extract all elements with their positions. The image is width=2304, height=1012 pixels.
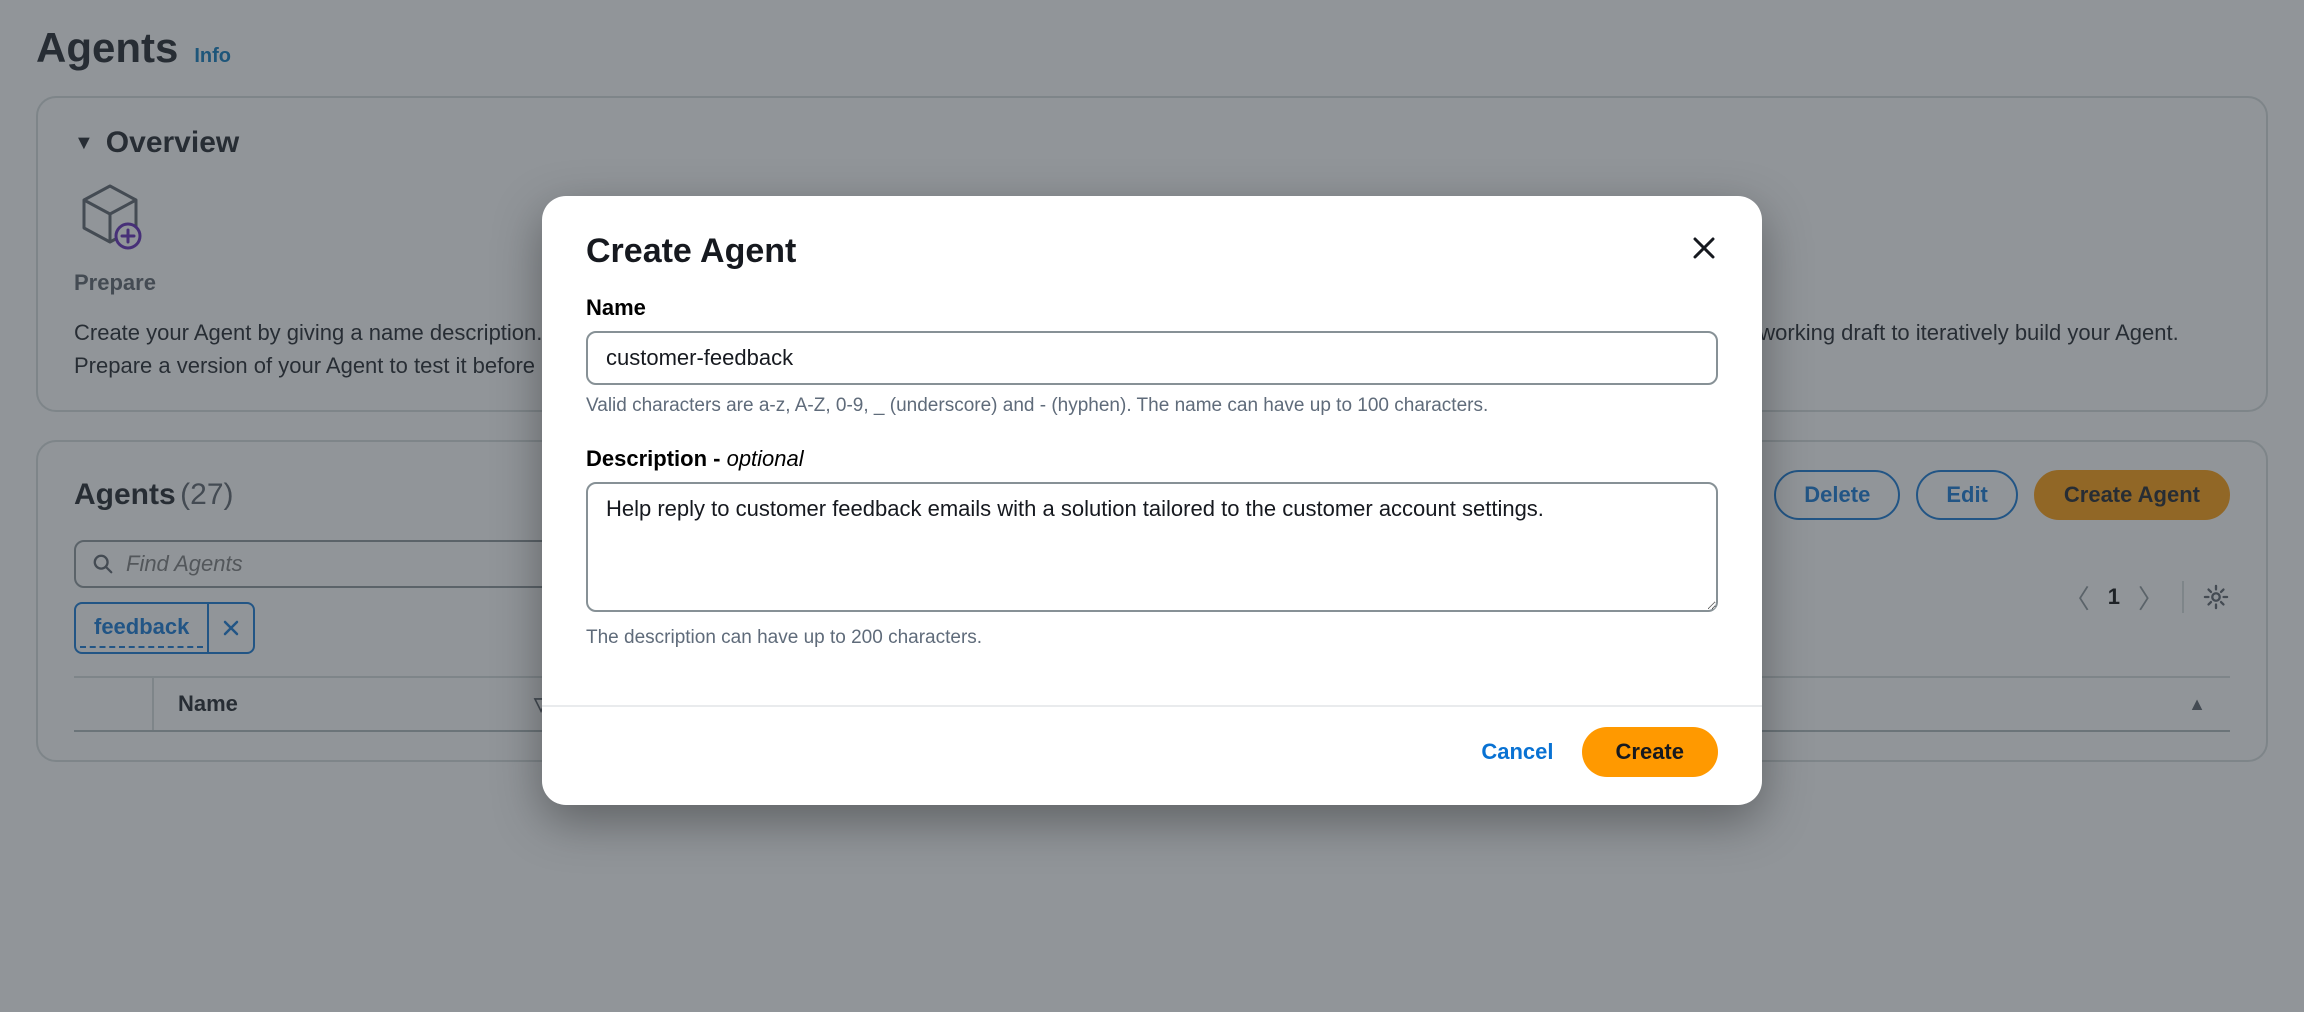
description-label: Description - optional	[586, 446, 1718, 472]
create-button[interactable]: Create	[1582, 727, 1718, 777]
modal-overlay: Create Agent Name Valid characters are a…	[0, 0, 2304, 1012]
modal-footer: Cancel Create	[542, 705, 1762, 805]
description-optional: optional	[727, 446, 804, 471]
description-label-text: Description -	[586, 446, 727, 471]
name-field-group: Name Valid characters are a-z, A-Z, 0-9,…	[586, 295, 1718, 420]
description-field-group: Description - optional The description c…	[586, 446, 1718, 652]
modal-title: Create Agent	[586, 232, 796, 271]
name-label: Name	[586, 295, 1718, 321]
name-input[interactable]	[586, 331, 1718, 385]
close-icon	[1690, 234, 1718, 262]
name-help: Valid characters are a-z, A-Z, 0-9, _ (u…	[586, 393, 1718, 420]
create-agent-modal: Create Agent Name Valid characters are a…	[542, 196, 1762, 805]
cancel-button[interactable]: Cancel	[1481, 739, 1553, 765]
description-help: The description can have up to 200 chara…	[586, 625, 1718, 652]
description-input[interactable]	[586, 482, 1718, 612]
modal-close-button[interactable]	[1690, 232, 1718, 271]
